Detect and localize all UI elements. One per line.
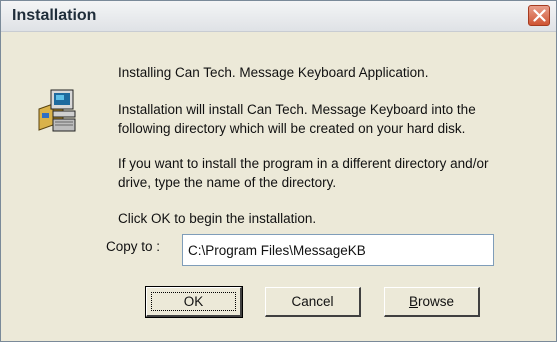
close-icon xyxy=(533,9,546,22)
installation-dialog: Installation Installing Can Tech. Messag… xyxy=(0,0,557,342)
computer-setup-icon xyxy=(38,89,76,132)
change-directory-text-2: drive, type the name of the directory. xyxy=(118,175,337,190)
copy-to-input[interactable] xyxy=(182,234,494,266)
browse-label-rest: rowse xyxy=(418,293,455,309)
install-directory-text-2: following directory which will be create… xyxy=(118,121,466,136)
browse-mnemonic: B xyxy=(408,293,418,309)
cancel-button[interactable]: Cancel xyxy=(265,287,361,317)
close-button[interactable] xyxy=(528,5,550,26)
browse-button-label: Browse xyxy=(409,294,454,309)
change-directory-text-1: If you want to install the program in a … xyxy=(118,156,489,171)
focus-rectangle xyxy=(151,292,236,311)
click-ok-text: Click OK to begin the installation. xyxy=(118,211,317,226)
cancel-button-label: Cancel xyxy=(291,293,334,309)
title-bar[interactable]: Installation xyxy=(1,1,556,32)
install-heading-text: Installing Can Tech. Message Keyboard Ap… xyxy=(118,65,429,80)
window-title: Installation xyxy=(12,7,97,24)
ok-button[interactable]: OK xyxy=(145,286,243,318)
browse-button[interactable]: Browse xyxy=(384,287,480,317)
copy-to-label: Copy to : xyxy=(106,239,161,254)
install-directory-text-1: Installation will install Can Tech. Mess… xyxy=(118,102,476,117)
